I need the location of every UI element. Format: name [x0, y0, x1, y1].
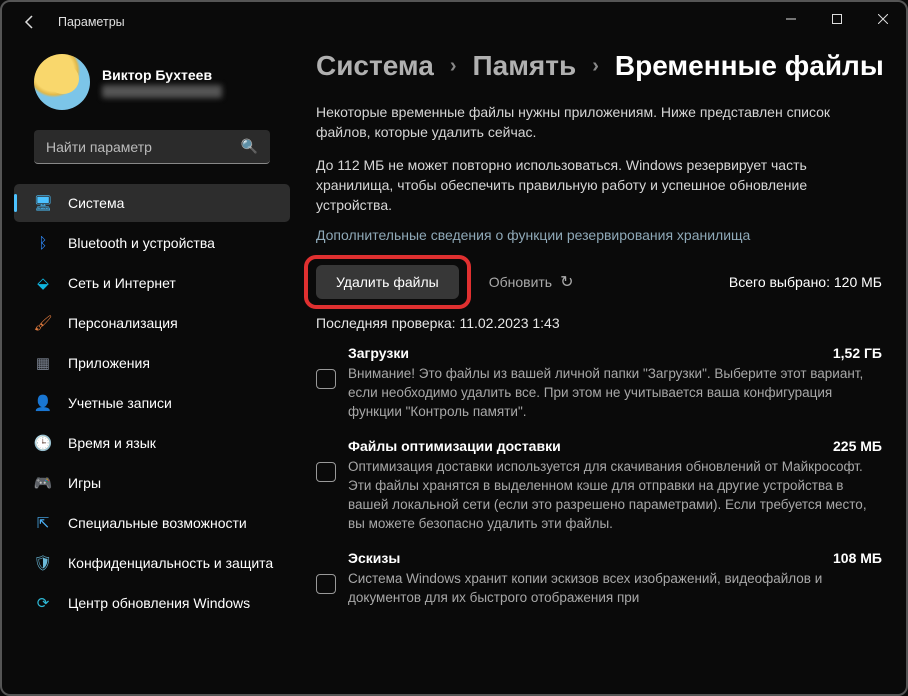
refresh-button[interactable]: Обновить ↻: [489, 272, 574, 292]
sidebar-item-access[interactable]: ⇱ Специальные возможности: [14, 504, 290, 542]
content-area: Система › Память › Временные файлы Некот…: [302, 42, 906, 694]
back-button[interactable]: [18, 10, 42, 34]
sidebar-item-bluetooth[interactable]: ᛒ Bluetooth и устройства: [14, 224, 290, 262]
item-title: Файлы оптимизации доставки: [348, 438, 561, 454]
chevron-right-icon: ›: [450, 55, 457, 78]
system-icon: 🖥: [34, 194, 52, 212]
maximize-button[interactable]: [814, 2, 860, 36]
checkbox[interactable]: [316, 574, 336, 594]
temp-file-item: Файлы оптимизации доставки 225 МБ Оптимиза…: [316, 438, 882, 534]
item-size: 225 МБ: [833, 438, 882, 454]
breadcrumb-current: Временные файлы: [615, 50, 884, 82]
temp-files-list: Загрузки 1,52 ГБ Внимание! Это файлы из ва…: [316, 345, 882, 607]
bluetooth-icon: ᛒ: [34, 234, 52, 252]
sidebar-item-label: Специальные возможности: [68, 515, 247, 531]
sidebar-item-wifi[interactable]: ⬙ Сеть и Интернет: [14, 264, 290, 302]
refresh-label: Обновить: [489, 274, 552, 290]
reserved-storage-link[interactable]: Дополнительные сведения о функции резерв…: [316, 227, 882, 243]
temp-file-item: Загрузки 1,52 ГБ Внимание! Это файлы из ва…: [316, 345, 882, 422]
sidebar-item-label: Приложения: [68, 355, 150, 371]
sidebar-item-apps[interactable]: ▦ Приложения: [14, 344, 290, 382]
sidebar-item-label: Сеть и Интернет: [68, 275, 176, 291]
item-description: Внимание! Это файлы из вашей личной папк…: [348, 365, 882, 422]
close-button[interactable]: [860, 2, 906, 36]
description-1: Некоторые временные файлы нужны приложен…: [316, 102, 882, 143]
sidebar-item-label: Конфиденциальность и защита: [68, 555, 273, 571]
item-description: Оптимизация доставки используется для ск…: [348, 458, 882, 534]
nav-list: 🖥 Система ᛒ Bluetooth и устройства ⬙ Сеть и И…: [8, 184, 296, 622]
breadcrumb-system[interactable]: Система: [316, 50, 434, 82]
shield-icon: 🛡: [34, 554, 52, 572]
temp-file-item: Эскизы 108 МБ Система Windows хранит копии…: [316, 550, 882, 608]
sidebar-item-label: Система: [68, 195, 124, 211]
sidebar-item-label: Bluetooth и устройства: [68, 235, 215, 251]
item-size: 108 МБ: [833, 550, 882, 566]
item-size: 1,52 ГБ: [833, 345, 882, 361]
description-2: До 112 МБ не может повторно использовать…: [316, 155, 882, 216]
games-icon: 🎮: [34, 474, 52, 492]
sidebar-item-shield[interactable]: 🛡 Конфиденциальность и защита: [14, 544, 290, 582]
sidebar-item-label: Игры: [68, 475, 101, 491]
sidebar: Виктор Бухтеев 🔍 🖥 Система ᛒ Bluetooth и ус…: [2, 42, 302, 694]
last-check: Последняя проверка: 11.02.2023 1:43: [316, 315, 882, 331]
time-icon: 🕒: [34, 434, 52, 452]
item-description: Система Windows хранит копии эскизов все…: [348, 570, 882, 608]
user-profile[interactable]: Виктор Бухтеев: [8, 48, 296, 128]
checkbox[interactable]: [316, 369, 336, 389]
wifi-icon: ⬙: [34, 274, 52, 292]
sidebar-item-account[interactable]: 👤 Учетные записи: [14, 384, 290, 422]
sidebar-item-label: Время и язык: [68, 435, 156, 451]
access-icon: ⇱: [34, 514, 52, 532]
breadcrumb: Система › Память › Временные файлы: [316, 50, 882, 82]
refresh-icon: ↻: [560, 272, 573, 292]
update-icon: ⟳: [34, 594, 52, 612]
sidebar-item-update[interactable]: ⟳ Центр обновления Windows: [14, 584, 290, 622]
chevron-right-icon: ›: [592, 55, 599, 78]
apps-icon: ▦: [34, 354, 52, 372]
sidebar-item-system[interactable]: 🖥 Система: [14, 184, 290, 222]
sidebar-item-games[interactable]: 🎮 Игры: [14, 464, 290, 502]
total-selected: Всего выбрано: 120 МБ: [729, 274, 882, 290]
sidebar-item-time[interactable]: 🕒 Время и язык: [14, 424, 290, 462]
breadcrumb-storage[interactable]: Память: [473, 50, 577, 82]
sidebar-item-brush[interactable]: 🖌 Персонализация: [14, 304, 290, 342]
item-title: Загрузки: [348, 345, 409, 361]
highlight-annotation: Удалить файлы: [304, 255, 471, 309]
checkbox[interactable]: [316, 462, 336, 482]
search-input[interactable]: [46, 139, 241, 155]
search-icon: 🔍: [241, 138, 258, 155]
minimize-button[interactable]: [768, 2, 814, 36]
sidebar-item-label: Персонализация: [68, 315, 178, 331]
search-box[interactable]: 🔍: [34, 130, 270, 164]
item-title: Эскизы: [348, 550, 400, 566]
user-name: Виктор Бухтеев: [102, 67, 222, 83]
account-icon: 👤: [34, 394, 52, 412]
brush-icon: 🖌: [34, 314, 52, 332]
sidebar-item-label: Учетные записи: [68, 395, 172, 411]
delete-files-button[interactable]: Удалить файлы: [316, 265, 459, 299]
window-title: Параметры: [58, 15, 125, 29]
user-email: [102, 85, 222, 98]
sidebar-item-label: Центр обновления Windows: [68, 595, 250, 611]
avatar: [34, 54, 90, 110]
